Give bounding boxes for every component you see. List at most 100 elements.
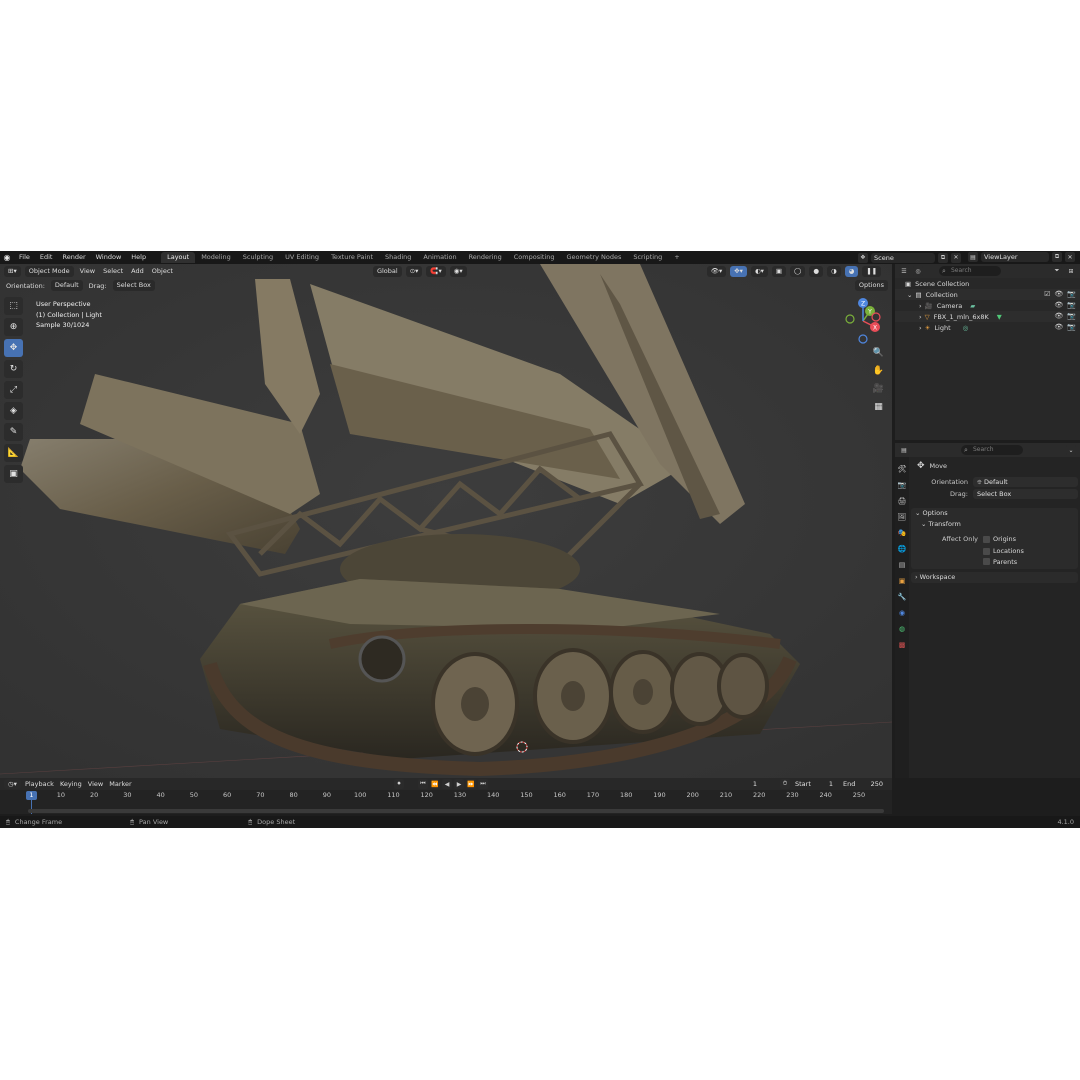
editor-type-icon[interactable]: ⊞▾ [4, 265, 21, 277]
properties-search-input[interactable]: Search [961, 445, 1023, 455]
timeline-ruler[interactable]: 1 10 20 30 40 50 60 70 80 90 100 110 120 130 140 150 16… [0, 790, 892, 814]
select-box-tool-icon[interactable]: ⬚ [4, 297, 23, 315]
add-workspace-button[interactable]: + [668, 252, 685, 263]
display-mode-icon[interactable]: ◎ [913, 266, 923, 276]
outliner-item-camera[interactable]: › 🎥 Camera ▰ 👁 📷 [895, 300, 1080, 311]
object-tab-icon[interactable]: ▣ [897, 575, 908, 586]
add-cube-tool-icon[interactable]: ▣ [4, 465, 23, 483]
menu-marker[interactable]: Marker [107, 780, 133, 788]
menu-playback[interactable]: Playback [23, 780, 56, 788]
blender-logo-icon[interactable]: ◉ [0, 251, 14, 264]
tool-tab-icon[interactable]: 🛠 [897, 463, 908, 474]
expand-chevron-icon[interactable]: › [919, 313, 922, 321]
options-dropdown[interactable]: Options [854, 280, 888, 291]
timeline-editor-icon[interactable]: ◷▾ [4, 779, 21, 789]
eye-icon[interactable]: 👁 [1054, 312, 1063, 320]
outliner-search-input[interactable]: Search [939, 266, 1001, 276]
camera-view-icon[interactable]: 🎥 [871, 382, 886, 396]
locations-checkbox[interactable] [983, 547, 990, 555]
render-camera-icon[interactable]: 📷 [1067, 323, 1076, 331]
render-camera-icon[interactable]: 📷 [1067, 301, 1076, 309]
camera-data-icon[interactable]: ▰ [970, 302, 975, 310]
tab-shading[interactable]: Shading [379, 252, 417, 263]
cursor-tool-icon[interactable]: ⊕ [4, 318, 23, 336]
filter-icon[interactable]: ⏷ [1052, 266, 1062, 276]
workspace-panel-header[interactable]: › Workspace [911, 572, 1078, 583]
3d-viewport[interactable]: ⊞▾ Object Mode View Select Add Object Gl… [0, 264, 892, 778]
playhead[interactable]: 1 [26, 791, 37, 800]
tab-layout[interactable]: Layout [161, 252, 196, 263]
tab-animation[interactable]: Animation [417, 252, 462, 263]
options-panel-header[interactable]: ⌄ Options [911, 508, 1078, 519]
menu-select[interactable]: Select [101, 267, 125, 275]
play-icon[interactable]: ▶ [454, 779, 464, 789]
outliner-editor-icon[interactable]: ☰ [899, 266, 909, 276]
pivot-icon[interactable]: ⊙▾ [405, 265, 423, 277]
collapse-chevron-icon[interactable]: ⌄ [907, 291, 912, 299]
rotate-tool-icon[interactable]: ↻ [4, 360, 23, 378]
snap-icon[interactable]: 🧲▾ [426, 265, 446, 277]
view-layer-icon[interactable]: ▤ [968, 252, 978, 262]
tab-sculpting[interactable]: Sculpting [237, 252, 279, 263]
scene-tab-icon[interactable]: 🎭 [897, 527, 908, 538]
perspective-grid-icon[interactable]: ▦ [871, 400, 886, 414]
eye-icon[interactable]: 👁 [1054, 301, 1063, 309]
shading-rendered-icon[interactable]: ◕ [844, 265, 859, 277]
menu-timeline-view[interactable]: View [86, 780, 105, 788]
transform-orientation-dropdown[interactable]: Global [372, 265, 402, 277]
play-reverse-icon[interactable]: ◀ [442, 779, 452, 789]
delete-view-layer-icon[interactable]: ✕ [1065, 252, 1075, 262]
pause-render-icon[interactable]: ❚❚ [862, 265, 882, 277]
render-tab-icon[interactable]: 📷 [897, 479, 908, 490]
tab-uv-editing[interactable]: UV Editing [279, 252, 325, 263]
parents-checkbox[interactable] [983, 558, 990, 565]
scene-icon[interactable]: ❖ [858, 252, 868, 263]
render-camera-icon[interactable]: 📷 [1067, 312, 1076, 320]
light-data-icon[interactable]: ◎ [963, 324, 969, 332]
preview-range-icon[interactable]: ⏱ [780, 779, 790, 789]
drag-prop-dropdown[interactable]: Select Box [973, 489, 1078, 499]
tab-scripting[interactable]: Scripting [627, 252, 668, 263]
jump-start-icon[interactable]: ⏮ [418, 779, 428, 789]
annotate-tool-icon[interactable]: ✎ [4, 423, 23, 441]
copy-scene-icon[interactable]: ⧉ [938, 252, 948, 263]
jump-keyframe-forward-icon[interactable]: ⏩ [466, 779, 476, 789]
menu-add[interactable]: Add [129, 267, 146, 275]
tab-geometry-nodes[interactable]: Geometry Nodes [561, 252, 628, 263]
modifier-tab-icon[interactable]: 🔧 [897, 591, 908, 602]
menu-keying[interactable]: Keying [58, 780, 84, 788]
current-frame-field[interactable]: 1 [734, 779, 776, 789]
delete-scene-icon[interactable]: ✕ [951, 252, 961, 263]
collection-tab-icon[interactable]: ▤ [897, 559, 908, 570]
view-layer-tab-icon[interactable]: 🖼 [897, 511, 908, 522]
visibility-icon[interactable]: 👁▾ [706, 265, 727, 277]
collection-row[interactable]: ⌄ ▤ Collection ☑ 👁 📷 [895, 289, 1080, 300]
move-tool-icon[interactable]: ✥ [4, 339, 23, 357]
physics-tab-icon[interactable]: ◉ [897, 607, 908, 618]
mode-dropdown[interactable]: Object Mode [24, 265, 74, 277]
menu-window[interactable]: Window [91, 251, 127, 264]
xray-icon[interactable]: ▣ [771, 265, 787, 277]
gizmo-toggle-icon[interactable]: ✥▾ [730, 265, 747, 277]
transform-tool-icon[interactable]: ◈ [4, 402, 23, 420]
render-camera-icon[interactable]: 📷 [1067, 290, 1076, 298]
orientation-prop-dropdown[interactable]: ⯐ Default [973, 477, 1078, 487]
start-frame-field[interactable]: Start 1 [792, 779, 836, 789]
expand-chevron-icon[interactable]: › [919, 324, 922, 332]
proportional-edit-icon[interactable]: ◉▾ [449, 265, 467, 277]
eye-icon[interactable]: 👁 [1054, 290, 1063, 298]
output-tab-icon[interactable]: 🖨 [897, 495, 908, 506]
drag-dropdown[interactable]: Select Box [112, 280, 155, 291]
eye-icon[interactable]: 👁 [1054, 323, 1063, 331]
timeline-scrollbar[interactable] [28, 809, 884, 813]
data-tab-icon[interactable]: ◍ [897, 623, 908, 634]
scale-tool-icon[interactable]: ⤢ [4, 381, 23, 399]
properties-options-icon[interactable]: ⌄ [1066, 445, 1076, 455]
scene-name-field[interactable]: Scene [871, 252, 935, 263]
tab-modeling[interactable]: Modeling [195, 252, 237, 263]
menu-render[interactable]: Render [57, 251, 90, 264]
tab-rendering[interactable]: Rendering [463, 252, 508, 263]
properties-editor-icon[interactable]: ▤ [899, 445, 909, 455]
outliner-item-light[interactable]: › ☀ Light ◎ 👁 📷 [895, 322, 1080, 333]
shading-material-icon[interactable]: ◑ [826, 265, 841, 277]
